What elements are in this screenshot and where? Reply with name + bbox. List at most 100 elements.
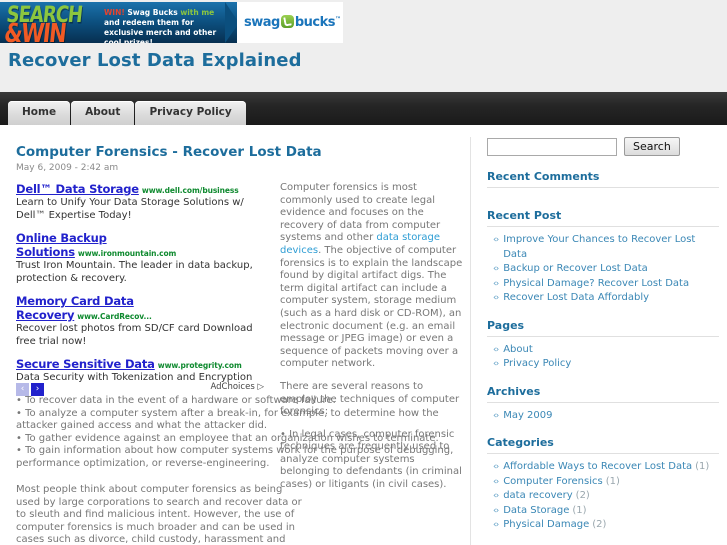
list-item-count: (1): [572, 504, 587, 516]
widget-pages: Pages ‹› About ‹› Privacy Policy: [487, 319, 719, 372]
ad-item[interactable]: Online Backup Solutions www.ironmountain.…: [16, 231, 266, 285]
nav-item-home[interactable]: Home: [8, 101, 71, 125]
list-item-label: Physical Damage? Recover Lost Data: [503, 277, 690, 289]
top-ad-strip: SEARCH &WIN WIN! Swag Bucks with me and …: [0, 0, 727, 46]
list-item-label: Data Storage: [503, 504, 570, 516]
list-item[interactable]: ‹› About: [487, 343, 719, 358]
widget-title: Recent Comments: [487, 170, 719, 188]
sidebar: Search Recent Comments Recent Post ‹› Imp…: [487, 137, 719, 545]
chevron-bullet-icon: ‹›: [493, 520, 499, 530]
list-item[interactable]: ‹› Physical Damage? Recover Lost Data: [487, 277, 719, 292]
main-column: Computer Forensics - Recover Lost Data M…: [8, 125, 463, 545]
list-item[interactable]: ‹› Physical Damage (2): [487, 518, 719, 533]
chevron-bullet-icon: ‹›: [493, 359, 499, 369]
search-button[interactable]: Search: [624, 137, 680, 156]
list-item-label: Recover Lost Data Affordably: [503, 292, 650, 303]
adsense-block: Dell™ Data Storage www.dell.com/business …: [16, 182, 266, 396]
ad-url: www.protegrity.com: [157, 361, 242, 370]
search-widget: Search: [487, 137, 719, 156]
nav-tabs: Home About Privacy Policy: [8, 99, 247, 125]
ad-item[interactable]: Memory Card Data Recovery www.CardRecov..…: [16, 294, 266, 348]
list-item[interactable]: ‹› May 2009: [487, 409, 719, 424]
post-bullets-full: • To recover data in the event of a hard…: [16, 395, 463, 471]
nav-item-about[interactable]: About: [71, 101, 135, 125]
chevron-bullet-icon: ‹›: [493, 293, 499, 303]
nav-item-privacy-policy[interactable]: Privacy Policy: [135, 101, 246, 125]
widget-list: ‹› May 2009: [487, 409, 719, 424]
swagbucks-check-icon: [280, 15, 294, 28]
list-item-label: Physical Damage: [503, 519, 590, 530]
widget-categories: Categories ‹› Affordable Ways to Recover …: [487, 436, 719, 533]
list-item-count: (2): [575, 490, 590, 501]
search-and-win-logo: SEARCH &WIN: [2, 2, 108, 43]
ad-text: Trust Iron Mountain. The leader in data …: [16, 260, 253, 284]
chevron-bullet-icon: ‹›: [493, 344, 499, 355]
list-item[interactable]: ‹› Affordable Ways to Recover Lost Data (1…: [487, 460, 719, 475]
post-bullet-4: • To gather evidence against an employee…: [16, 432, 439, 444]
widget-title: Archives: [487, 385, 719, 403]
logo-trademark: ™: [334, 16, 341, 23]
ad-url: www.CardRecov...: [77, 312, 152, 321]
list-item-count: (2): [592, 519, 607, 530]
banner-copy-win: WIN!: [104, 8, 125, 17]
chevron-bullet-icon: ‹›: [493, 235, 499, 245]
banner-copy-1: Swag Bucks: [124, 8, 181, 17]
post-p1-part-b: . The objective of computer forensics is…: [280, 244, 463, 370]
search-input[interactable]: [487, 137, 617, 156]
banner-copy-withme: with me: [180, 8, 215, 17]
list-item[interactable]: ‹› Recover Lost Data Affordably: [487, 291, 719, 306]
chevron-bullet-icon: ‹›: [493, 264, 499, 274]
widget-empty-body: [487, 194, 719, 196]
list-item-label: Backup or Recover Lost Data: [503, 263, 648, 274]
chevron-bullet-icon: ‹›: [493, 462, 499, 472]
ad-text: Recover lost photos from SD/CF card Down…: [16, 323, 253, 347]
widget-title: Pages: [487, 319, 719, 337]
page-title[interactable]: Recover Lost Data Explained: [8, 50, 302, 71]
widget-recent-comments: Recent Comments: [487, 170, 719, 196]
post-bullet-5: • To gain information about how computer…: [16, 445, 454, 469]
ad-title[interactable]: Secure Sensitive Data: [16, 357, 155, 371]
post-title[interactable]: Computer Forensics - Recover Lost Data: [16, 144, 463, 160]
list-item-count: (1): [605, 475, 620, 487]
post-paragraph-3: Most people think about computer forensi…: [16, 484, 302, 545]
ad-url: www.ironmountain.com: [77, 249, 177, 258]
logo-swag-text: swag: [244, 15, 280, 30]
banner-copy: WIN! Swag Bucks with me and redeem them …: [104, 8, 232, 43]
list-item-count: (1): [695, 461, 710, 472]
adchoices-triangle-icon: ▷: [257, 382, 264, 392]
list-item-label: Affordable Ways to Recover Lost Data: [503, 461, 693, 472]
list-item[interactable]: ‹› Computer Forensics (1): [487, 475, 719, 490]
banner-win-word: &WIN: [2, 18, 67, 43]
content-wrapper: Computer Forensics - Recover Lost Data M…: [0, 125, 727, 545]
chevron-bullet-icon: ‹›: [493, 505, 499, 516]
list-item[interactable]: ‹› Improve Your Chances to Recover Lost D…: [487, 233, 719, 262]
post-paragraph-1: Computer forensics is most commonly used…: [280, 182, 463, 371]
widget-title: Recent Post: [487, 209, 719, 227]
chevron-bullet-icon: ‹›: [493, 491, 499, 501]
chevron-bullet-icon: ‹›: [493, 476, 499, 487]
swagbucks-banner-left: SEARCH &WIN WIN! Swag Bucks with me and …: [0, 2, 239, 43]
chevron-bullet-icon: ‹›: [493, 410, 499, 421]
list-item[interactable]: ‹› Privacy Policy: [487, 357, 719, 372]
list-item-label: Privacy Policy: [503, 358, 572, 369]
widget-recent-post: Recent Post ‹› Improve Your Chances to Re…: [487, 209, 719, 306]
list-item-label: About: [503, 343, 533, 355]
logo-bucks-text: bucks: [294, 15, 336, 30]
main-navigation: Home About Privacy Policy: [0, 92, 727, 125]
list-item[interactable]: ‹› data recovery (2): [487, 489, 719, 504]
post-bullet-3: • To analyze a computer system after a b…: [16, 407, 439, 432]
ad-item[interactable]: Dell™ Data Storage www.dell.com/business …: [16, 182, 266, 222]
list-item[interactable]: ‹› Data Storage (1): [487, 504, 719, 519]
ad-title[interactable]: Dell™ Data Storage: [16, 182, 139, 196]
widget-list: ‹› Affordable Ways to Recover Lost Data (1…: [487, 460, 719, 533]
swagbucks-logo: swag bucks™: [244, 15, 341, 30]
widget-archives: Archives ‹› May 2009: [487, 385, 719, 424]
ad-text: Learn to Unify Your Data Storage Solutio…: [16, 197, 244, 221]
ad-pager: ‹ › AdChoices ▷: [16, 381, 266, 396]
list-item[interactable]: ‹› Backup or Recover Lost Data: [487, 262, 719, 277]
adchoices-link[interactable]: AdChoices ▷: [210, 382, 264, 392]
swagbucks-logo-panel: swag bucks™: [237, 2, 343, 43]
banner-copy-2: and redeem them for exclusive merch and …: [104, 18, 217, 43]
swagbucks-banner-ad[interactable]: SEARCH &WIN WIN! Swag Bucks with me and …: [0, 2, 343, 43]
widget-title: Categories: [487, 436, 719, 454]
